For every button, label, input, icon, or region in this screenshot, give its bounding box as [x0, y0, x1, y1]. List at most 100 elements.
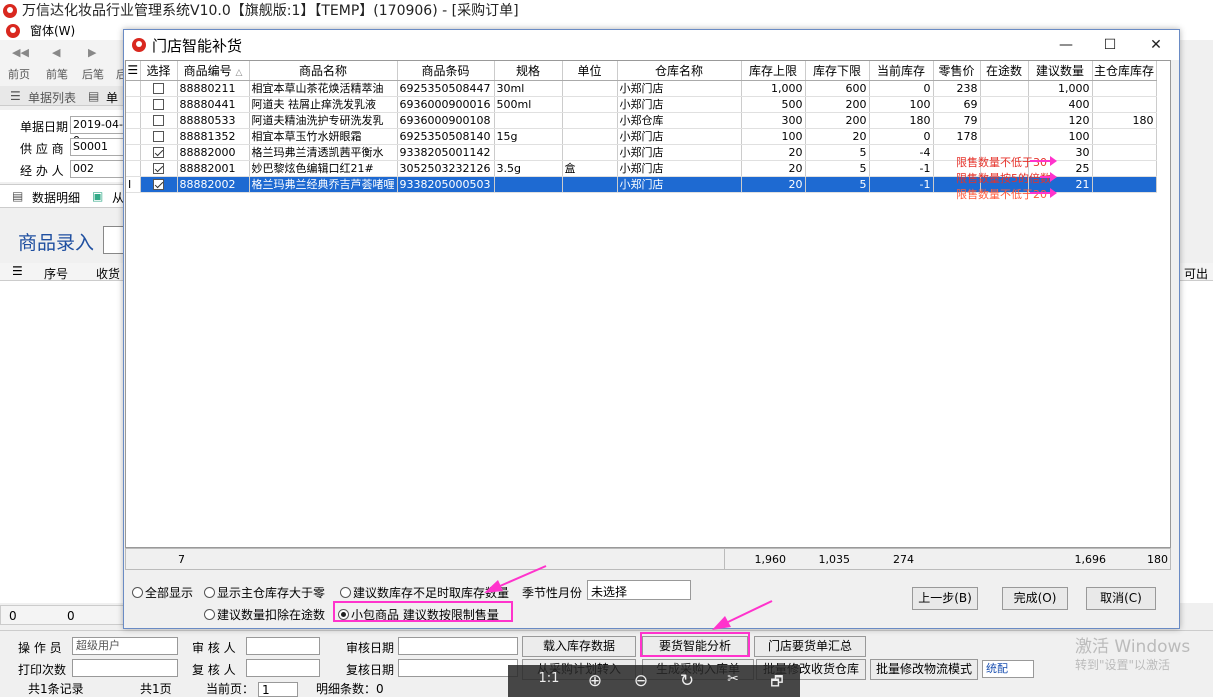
cell-transit: [980, 128, 1029, 145]
order-form: 单据日期 2019-04-0 供 应 商 S0001 经 办 人 002: [0, 110, 130, 182]
row-select-cell[interactable]: [140, 96, 178, 113]
cell-code: 88880211: [177, 80, 250, 97]
opt-main-gt0[interactable]: 显示主仓库存大于零: [204, 584, 325, 601]
cell-main-stock: [1092, 96, 1157, 113]
select-checkbox[interactable]: [153, 147, 164, 158]
form-date-input[interactable]: 2019-04-0: [70, 116, 128, 147]
finish-button[interactable]: 完成(O): [1002, 587, 1068, 610]
col-select[interactable]: 选择: [140, 61, 178, 81]
table-row[interactable]: 88881352 相宜本草玉竹水妍眼霜 6925350508140 15g 小郑门店 10…: [126, 128, 1157, 145]
crop-icon[interactable]: ✂: [720, 671, 746, 687]
reviewer-input[interactable]: [246, 659, 320, 677]
row-select-cell[interactable]: [140, 160, 178, 177]
cell-name: 格兰玛弗兰清透凯茜平衡水: [249, 144, 398, 161]
col-lower[interactable]: 库存下限: [805, 61, 870, 81]
form-handler-input[interactable]: 002: [70, 160, 128, 178]
cell-stock: -4: [869, 144, 934, 161]
menu-window[interactable]: 窗体(W): [30, 24, 75, 38]
row-select-cell[interactable]: [140, 112, 178, 129]
col-stock[interactable]: 当前库存: [869, 61, 934, 81]
row-select-cell[interactable]: [140, 144, 178, 161]
select-checkbox[interactable]: [153, 131, 164, 142]
row-indicator: [126, 160, 141, 177]
cell-name: 相宜本草玉竹水妍眼霜: [249, 128, 398, 145]
select-checkbox[interactable]: [153, 115, 164, 126]
current-page-input[interactable]: 1: [258, 682, 298, 697]
minimize-icon[interactable]: —: [1056, 36, 1076, 54]
status-pages: 共1页: [140, 682, 172, 696]
form-supplier-input[interactable]: S0001: [70, 138, 128, 156]
select-checkbox[interactable]: [153, 99, 164, 110]
auditor-input[interactable]: [246, 637, 320, 655]
col-transit[interactable]: 在途数: [980, 61, 1029, 81]
col-suggest[interactable]: 建议数量: [1028, 61, 1093, 81]
zoom-1to1-button[interactable]: 1:1: [536, 671, 562, 686]
opt-show-all[interactable]: 全部显示: [132, 584, 193, 601]
select-checkbox[interactable]: [153, 179, 164, 190]
row-select-cell[interactable]: [140, 128, 178, 145]
list-icon: ☰: [10, 89, 21, 103]
cell-stock: 0: [869, 80, 934, 97]
grid-menu-icon[interactable]: ☰: [12, 264, 23, 278]
row-indicator: [126, 112, 141, 129]
cell-main-stock: [1092, 144, 1157, 161]
header-menu-icon[interactable]: ☰: [126, 61, 141, 81]
cell-name: 妙巴黎炫色编辑口红21#: [249, 160, 398, 177]
review-date-input[interactable]: [398, 659, 518, 677]
menu-logo-icon: [6, 24, 20, 38]
radio-main-gt0-icon: [204, 587, 215, 598]
auditor-label: 审 核 人: [192, 641, 236, 655]
cell-name: 格兰玛弗兰经典乔吉芦荟啫喱: [249, 176, 398, 193]
cell-price: 69: [933, 96, 981, 113]
cell-unit: [562, 144, 618, 161]
col-unit[interactable]: 单位: [562, 61, 618, 81]
col-main-stock[interactable]: 主仓库库存: [1092, 61, 1157, 81]
zoom-out-icon[interactable]: ⊖: [628, 671, 654, 691]
rotate-icon[interactable]: ↻: [674, 671, 700, 691]
table-row[interactable]: 88880441 阿道夫 祛屑止痒洗发乳液 6936000900016 500ml 小郑…: [126, 96, 1157, 113]
col-spec[interactable]: 规格: [494, 61, 563, 81]
col-code[interactable]: 商品编号 △: [177, 61, 250, 81]
row-select-cell[interactable]: [140, 176, 178, 193]
batch-logistics-button[interactable]: 批量修改物流模式: [870, 659, 978, 680]
app-title-bar: 万信达化妆品行业管理系统V10.0【旗舰版:1】【TEMP】(170906) -…: [0, 0, 1213, 22]
select-checkbox[interactable]: [153, 83, 164, 94]
toolbar-prev[interactable]: 前笔: [46, 66, 68, 82]
operator-input[interactable]: 超级用户: [72, 637, 178, 655]
tab-doc-list[interactable]: 单据列表: [28, 89, 76, 106]
windows-watermark-sub: 转到"设置"以激活: [1075, 658, 1171, 672]
cell-name: 阿道夫精油洗护专研洗发乳: [249, 112, 398, 129]
cancel-button[interactable]: 取消(C): [1086, 587, 1156, 610]
col-warehouse[interactable]: 仓库名称: [617, 61, 742, 81]
save-icon[interactable]: 🗗: [764, 671, 790, 695]
table-row[interactable]: 88880211 相宜本草山茶花焕活精萃油 6925350508447 30ml 小郑门…: [126, 80, 1157, 97]
select-checkbox[interactable]: [153, 163, 164, 174]
col-name[interactable]: 商品名称: [249, 61, 398, 81]
print-count-input[interactable]: [72, 659, 178, 677]
col-barcode[interactable]: 商品条码: [397, 61, 495, 81]
maximize-icon[interactable]: ☐: [1100, 36, 1120, 54]
col-upper[interactable]: 库存上限: [741, 61, 806, 81]
prev-step-button[interactable]: 上一步(B): [912, 587, 978, 610]
opt-deduct[interactable]: 建议数量扣除在途数: [204, 606, 325, 623]
table-row[interactable]: 88880533 阿道夫精油洗护专研洗发乳 6936000900108 小郑仓库 300…: [126, 112, 1157, 129]
col-price[interactable]: 零售价: [933, 61, 981, 81]
row-select-cell[interactable]: [140, 80, 178, 97]
toolbar-next[interactable]: 后笔: [82, 66, 104, 82]
cell-unit: [562, 176, 618, 193]
cell-suggest: 120: [1028, 112, 1093, 129]
zoom-in-icon[interactable]: ⊕: [582, 671, 608, 691]
cell-warehouse: 小郑门店: [617, 160, 742, 177]
cell-unit: [562, 96, 618, 113]
tab-data-detail[interactable]: 数据明细: [32, 189, 80, 206]
close-icon[interactable]: ✕: [1146, 36, 1166, 54]
assign-mode-input[interactable]: 统配: [982, 660, 1034, 678]
cell-spec: [494, 144, 563, 161]
toolbar-first-page[interactable]: 前页: [8, 66, 30, 82]
tip-row-5: 限售数量不低于30: [956, 156, 1047, 169]
tab-doc[interactable]: 单: [106, 89, 118, 106]
cell-price: 238: [933, 80, 981, 97]
cell-spec: 15g: [494, 128, 563, 145]
cell-code: 88882001: [177, 160, 250, 177]
cell-barcode: 6936000900108: [397, 112, 495, 129]
